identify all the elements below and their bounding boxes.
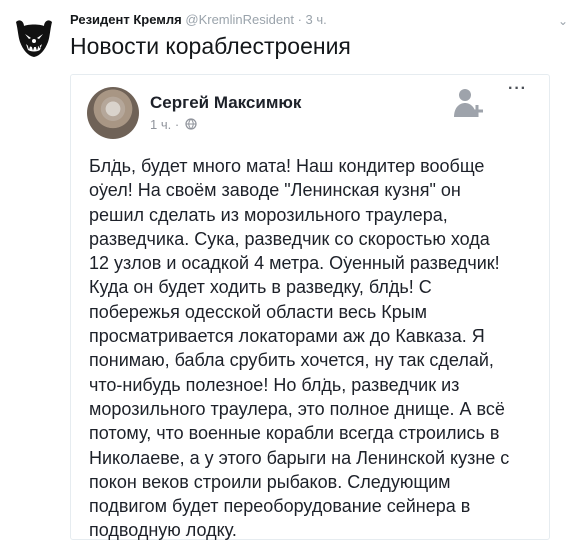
chevron-down-icon[interactable]: ⌄ <box>556 14 570 28</box>
profile-avatar[interactable] <box>10 12 58 60</box>
post-line: Куда он будет ходить в разведку, бл͘дь! … <box>89 277 432 298</box>
add-friend-icon <box>454 89 483 117</box>
post-line: понимаю, бабла срубить хочется, ну так с… <box>89 350 494 371</box>
poster-name: Сергей Максимюк <box>150 93 302 112</box>
post-line: морозильного траулера, это полное днище.… <box>89 398 505 419</box>
post-line: решил сделать из морозильного траулера, <box>89 204 448 225</box>
post-line: о͘уел! На своём заводе "Ленинская кузня"… <box>89 180 461 201</box>
post-line: подвигом будет переоборудование сейнера … <box>89 496 471 517</box>
separator-dot: · <box>297 12 302 27</box>
tweet-header: Резидент Кремля @KremlinResident · 3 ч. … <box>70 12 574 32</box>
globe-icon <box>185 118 197 130</box>
embedded-image-card[interactable]: Сергей Максимюк 1 ч. · ··· Бл͘дь, будет … <box>70 74 550 540</box>
post-line: Николаеве, а у этого барыги на Ленинской… <box>89 447 510 468</box>
post-line: побережья одесской области весь Крым <box>89 301 428 322</box>
post-line: 12 узлов и осадкой 4 метра. О͘уенный раз… <box>89 253 500 274</box>
timestamp[interactable]: 3 ч. <box>306 12 327 27</box>
post-line: разведчика. Сука, разведчик со скоростью… <box>89 228 490 249</box>
poster-avatar <box>87 87 139 139</box>
post-line: потому, что военные корабли всегда строи… <box>89 423 500 444</box>
author-handle[interactable]: @KremlinResident <box>185 12 294 27</box>
more-options-icon: ··· <box>508 80 527 97</box>
post-line: просматривается локаторами аж до Кавказа… <box>89 326 485 347</box>
post-time: 1 ч. · <box>150 117 180 132</box>
post-line: что-нибудь полезное! Но бл͘дь, разведчик… <box>89 374 460 395</box>
author-name[interactable]: Резидент Кремля <box>70 12 182 27</box>
post-line: покон веков строили рыбаков. Следующим <box>89 471 451 492</box>
post-line: Бл͘дь, будет много мата! Наш кондитер во… <box>89 156 485 176</box>
tweet-text: Новости кораблестроения <box>70 33 351 59</box>
post-meta: 1 ч. · <box>150 117 197 132</box>
bear-emblem-icon <box>11 13 57 59</box>
post-line: подводную лодку. <box>89 520 237 541</box>
post-body: Бл͘дь, будет много мата! Наш кондитер во… <box>89 154 547 543</box>
